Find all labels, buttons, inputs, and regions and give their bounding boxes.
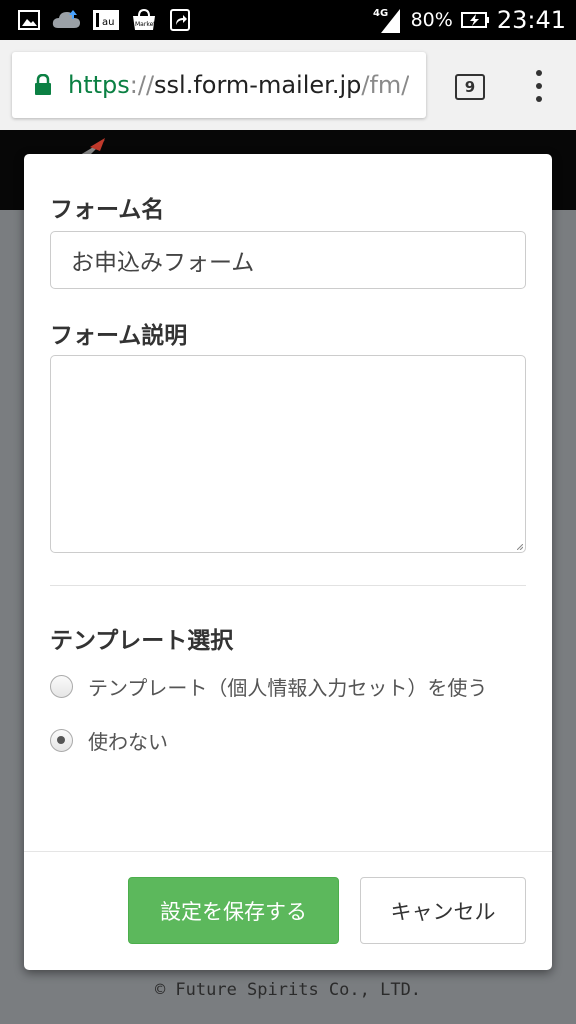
url-scheme: https	[68, 71, 130, 99]
url-path: /fm/	[361, 71, 410, 99]
svg-text:au: au	[102, 17, 114, 28]
divider	[50, 585, 526, 586]
clock: 23:41	[496, 6, 566, 34]
footer-divider	[24, 851, 552, 852]
battery-charging-icon	[460, 12, 489, 28]
signal-icon: 4G	[373, 8, 400, 33]
network-type: 4G	[373, 8, 388, 19]
template-option-use[interactable]: テンプレート（個人情報入力セット）を使う	[50, 672, 487, 701]
radio-no-template-label: 使わない	[88, 730, 168, 754]
radio-no-template[interactable]	[50, 729, 73, 752]
svg-text:Market: Market	[135, 21, 156, 28]
form-description-textarea[interactable]	[50, 355, 526, 553]
copyright: © Future Spirits Co., LTD.	[154, 980, 422, 1000]
template-select-label: テンプレート選択	[50, 628, 234, 654]
overflow-menu-button[interactable]	[530, 70, 548, 102]
radio-use-template-label: テンプレート（個人情報入力セット）を使う	[88, 676, 488, 700]
url-host: ssl.form-mailer.jp	[154, 71, 362, 99]
gallery-icon	[18, 10, 40, 30]
cloud-upload-icon	[52, 10, 80, 28]
address-bar[interactable]: https://ssl.form-mailer.jp/fm/	[12, 52, 426, 118]
cancel-button[interactable]: キャンセル	[360, 877, 526, 944]
form-name-label: フォーム名	[50, 197, 165, 223]
form-description-label: フォーム説明	[50, 323, 188, 349]
save-settings-button[interactable]: 設定を保存する	[128, 877, 339, 944]
lock-icon	[35, 74, 51, 95]
au-icon: au	[93, 10, 119, 30]
radio-use-template[interactable]	[50, 675, 73, 698]
status-right: 4G 80% 23:41	[373, 0, 566, 40]
url-separator: ://	[129, 71, 155, 99]
resize-grip-icon[interactable]	[517, 544, 523, 550]
form-settings-dialog: フォーム名 お申込みフォーム フォーム説明 テンプレート選択 テンプレート（個人…	[24, 154, 552, 970]
template-option-none[interactable]: 使わない	[50, 726, 168, 755]
browser-toolbar: https://ssl.form-mailer.jp/fm/ 9	[0, 40, 576, 130]
url-text: https://ssl.form-mailer.jp/fm/	[68, 71, 409, 99]
form-name-input[interactable]: お申込みフォーム	[50, 231, 526, 289]
tab-switcher-button[interactable]: 9	[455, 74, 485, 100]
market-icon: Market	[133, 8, 156, 30]
battery-percent: 80%	[410, 9, 453, 31]
status-bar: au Market 4G 80% 23:41	[0, 0, 576, 40]
share-icon	[170, 9, 190, 31]
